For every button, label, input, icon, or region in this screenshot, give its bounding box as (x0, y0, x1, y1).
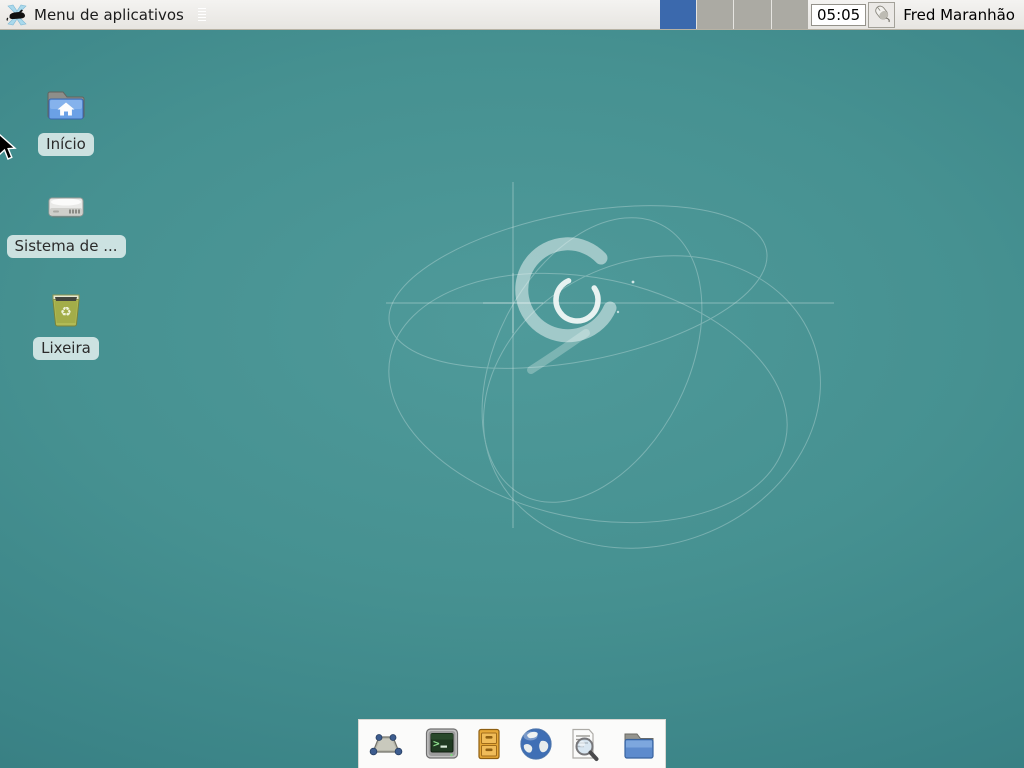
desktop-area[interactable]: Início Sistema de ... (0, 30, 1024, 768)
file-cabinet-launcher[interactable] (470, 725, 508, 763)
trash-icon: ♻ (45, 288, 87, 332)
xfce-mouse-logo-icon (6, 4, 28, 26)
mouse-device-icon (872, 3, 892, 27)
file-manager-folder-icon (620, 725, 658, 763)
user-actions-button[interactable] (868, 2, 895, 28)
desktop-icon-home[interactable]: Início (8, 84, 124, 156)
file-cabinet-icon (470, 725, 508, 763)
terminal-launcher[interactable]: > (423, 725, 461, 763)
desktop-icon-label: Lixeira (33, 337, 99, 360)
desktop-icon-label: Sistema de ... (7, 235, 126, 258)
applications-menu-button[interactable]: Menu de aplicativos (0, 0, 214, 29)
debian-xfce-desktop: Menu de aplicativos 05:05 (0, 0, 1024, 768)
web-browser-globe-icon (517, 725, 555, 763)
workspace-3[interactable] (734, 0, 771, 29)
show-desktop-button[interactable] (367, 725, 405, 763)
home-folder-icon (45, 84, 87, 128)
workspace-4[interactable] (772, 0, 808, 29)
applications-menu-label: Menu de aplicativos (34, 6, 184, 24)
filesystem-drive-icon (45, 186, 87, 230)
clock-time: 05:05 (817, 6, 860, 24)
debian-wallpaper-art (0, 30, 1024, 768)
top-panel: Menu de aplicativos 05:05 (0, 0, 1024, 30)
launcher-dock: > (358, 719, 666, 768)
show-desktop-icon (367, 725, 405, 763)
panel-grip-handle[interactable] (196, 6, 208, 23)
desktop-icon-trash[interactable]: ♻ Lixeira (8, 288, 124, 360)
workspace-2[interactable] (697, 0, 734, 29)
file-manager-launcher[interactable] (620, 725, 658, 763)
logged-in-user-name[interactable]: Fred Maranhão (896, 6, 1024, 24)
desktop-icon-filesystem[interactable]: Sistema de ... (8, 186, 124, 258)
document-search-launcher[interactable] (564, 725, 602, 763)
workspace-1[interactable] (660, 0, 697, 29)
clock[interactable]: 05:05 (811, 4, 866, 26)
terminal-icon: > (423, 725, 461, 763)
document-search-icon (564, 725, 602, 763)
svg-text:>: > (433, 737, 440, 750)
workspace-switcher (660, 0, 808, 29)
web-browser-launcher[interactable] (517, 725, 555, 763)
desktop-icon-label: Início (38, 133, 94, 156)
svg-text:♻: ♻ (60, 305, 72, 320)
